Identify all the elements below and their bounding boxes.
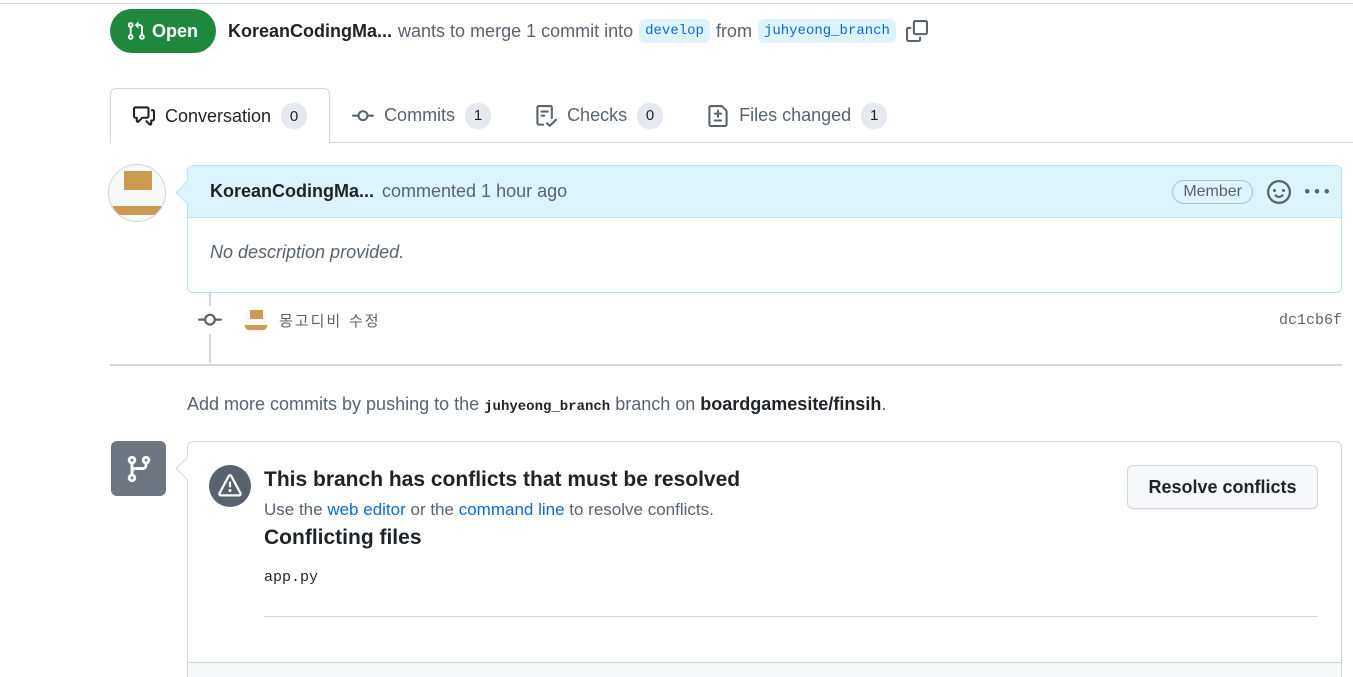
push-note-repo-link[interactable]: boardgamesite/finsih <box>700 394 881 414</box>
conflict-title: This branch has conflicts that must be r… <box>264 468 741 491</box>
conflicting-file: app.py <box>264 569 319 586</box>
state-badge-open: Open <box>110 9 217 53</box>
tab-label: Checks <box>567 105 628 125</box>
pr-author-link[interactable]: KoreanCodingMa... <box>228 21 392 42</box>
git-commit-icon <box>352 109 375 121</box>
timeline-commit-row: 몽고디비 수정 dc1cb6f <box>196 305 1342 335</box>
pr-description-comment: KoreanCodingMa... commented 1 hour ago M… <box>187 165 1342 293</box>
push-note: Add more commits by pushing to the juhye… <box>187 394 886 415</box>
commit-dot <box>196 306 224 334</box>
resolve-conflicts-button[interactable]: Resolve conflicts <box>1127 465 1318 509</box>
push-note-prefix: Add more commits by pushing to the <box>187 394 480 414</box>
merge-text-1: wants to merge 1 commit into <box>398 20 634 41</box>
tab-label: Conversation <box>165 105 272 126</box>
pr-tabs: Conversation 0 Commits 1 Checks 0 Files … <box>110 88 1353 144</box>
tab-commits[interactable]: Commits 1 <box>330 88 513 143</box>
git-pull-request-icon <box>127 21 145 40</box>
tab-counter: 0 <box>637 102 664 129</box>
timeline-end-divider <box>110 364 1342 366</box>
comment-author-avatar[interactable] <box>108 164 166 222</box>
comment-body: No description provided. <box>210 242 405 262</box>
files-divider <box>264 616 1318 617</box>
conflict-subtitle: Use the web editor or the command line t… <box>264 500 714 520</box>
conflict-sub-prefix: Use the <box>264 500 323 519</box>
merge-box-footer <box>188 663 1341 677</box>
push-note-branch: juhyeong_branch <box>484 399 611 415</box>
smiley-icon[interactable] <box>1267 179 1291 204</box>
push-note-middle: branch on <box>615 394 696 414</box>
conflicting-files-title: Conflicting files <box>264 526 422 549</box>
tab-checks[interactable]: Checks 0 <box>513 88 685 143</box>
tab-conversation[interactable]: Conversation 0 <box>110 88 331 144</box>
file-diff-icon <box>708 104 728 127</box>
comment-timestamp[interactable]: commented 1 hour ago <box>382 181 567 202</box>
push-note-suffix: . <box>881 394 887 414</box>
conflict-sub-suffix: to resolve conflicts. <box>569 500 714 519</box>
commit-message-link[interactable]: 몽고디비 수정 <box>279 310 381 331</box>
merge-conflict-box: This branch has conflicts that must be r… <box>187 441 1342 677</box>
commit-sha-link[interactable]: dc1cb6f <box>1279 312 1342 329</box>
tab-counter: 0 <box>281 103 308 129</box>
tab-label: Commits <box>384 105 456 125</box>
comment-header: KoreanCodingMa... commented 1 hour ago M… <box>188 166 1341 218</box>
kebab-horizontal-icon[interactable] <box>1305 180 1329 204</box>
alert-icon-circle <box>209 465 251 507</box>
comment-author-link[interactable]: KoreanCodingMa... <box>210 181 374 202</box>
copy-icon[interactable] <box>905 20 928 42</box>
git-commit-icon <box>198 313 222 326</box>
tab-counter: 1 <box>861 102 888 129</box>
web-editor-link[interactable]: web editor <box>327 500 405 519</box>
top-divider <box>0 3 1353 4</box>
merge-status-icon <box>111 441 166 496</box>
tab-label: Files changed <box>739 105 852 125</box>
git-branch-icon <box>127 455 150 482</box>
base-branch-tag[interactable]: develop <box>639 19 710 43</box>
checklist-icon <box>536 104 558 127</box>
commit-author-avatar[interactable] <box>243 307 269 333</box>
alert-icon <box>218 474 242 497</box>
tab-files-changed[interactable]: Files changed 1 <box>685 88 909 143</box>
head-branch-tag[interactable]: juhyeong_branch <box>757 19 896 43</box>
conflict-sub-middle: or the <box>410 500 454 519</box>
pr-state-row: Open KoreanCodingMa... wants to merge 1 … <box>110 9 928 53</box>
member-badge: Member <box>1172 179 1253 204</box>
tab-counter: 1 <box>465 102 492 129</box>
state-label: Open <box>152 20 199 41</box>
merge-text-2: from <box>715 20 752 41</box>
comment-discussion-icon <box>133 106 155 126</box>
merge-description: KoreanCodingMa... wants to merge 1 commi… <box>228 19 928 43</box>
command-line-link[interactable]: command line <box>459 500 565 519</box>
